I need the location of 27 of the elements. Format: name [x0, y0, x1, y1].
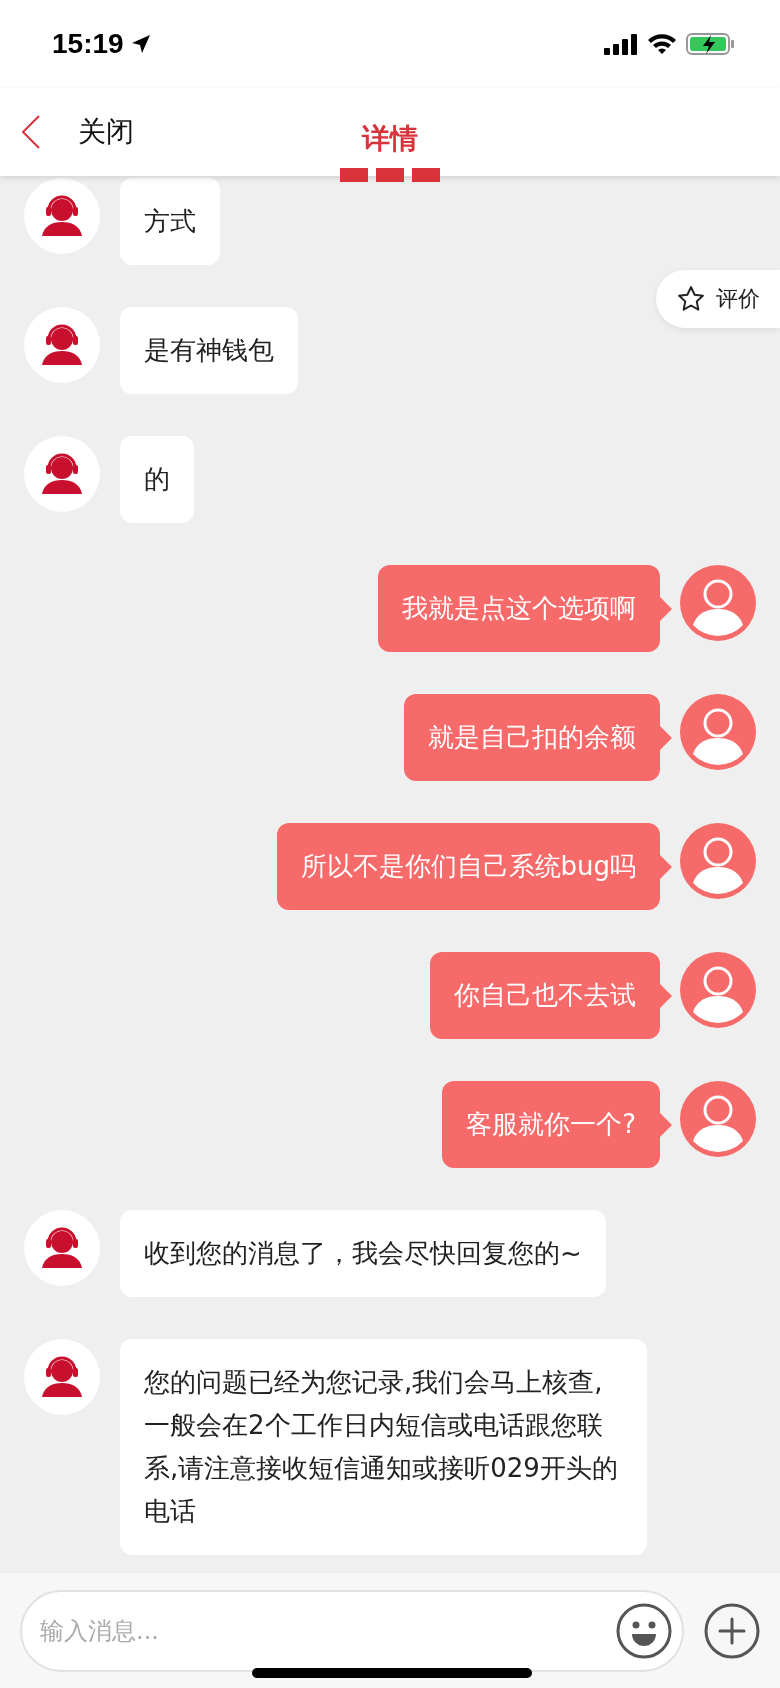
bubble-tail	[660, 984, 672, 1008]
message-bubble: 的	[120, 436, 194, 523]
bubble-tail	[660, 855, 672, 879]
plus-icon[interactable]	[704, 1602, 760, 1659]
message-input[interactable]: 输入消息...	[20, 1589, 684, 1672]
bubble-tail	[660, 597, 672, 621]
rate-button[interactable]: 评价	[656, 270, 780, 328]
status-time: 15:19	[52, 28, 124, 60]
message-bubble: 你自己也不去试	[430, 952, 660, 1039]
close-button[interactable]: 关闭	[0, 113, 134, 151]
message-bubble: 我就是点这个选项啊	[378, 565, 660, 652]
message-bubble: 所以不是你们自己系统bug吗	[276, 823, 660, 910]
message-bubble: 就是自己扣的余额	[404, 694, 660, 781]
bubble-tail	[660, 726, 672, 750]
smiley-icon[interactable]	[616, 1602, 672, 1659]
message-bubble: 是有神钱包	[120, 307, 298, 394]
message-bubble: 收到您的消息了，我会尽快回复您的~	[120, 1210, 606, 1297]
signal-icon	[604, 33, 638, 55]
message-bubble: 您的问题已经为您记录,我们会马上核查,一般会在2个工作日内短信或电话跟您联系,请注意接收短信通知或接听029开头的电话	[120, 1339, 647, 1555]
page-title: 详情	[340, 120, 440, 182]
star-icon	[676, 284, 706, 314]
message-bubble: 客服就你一个?	[442, 1081, 660, 1168]
message-bubble: 方式	[120, 178, 220, 265]
battery-charging-icon	[686, 32, 736, 56]
wifi-icon	[646, 32, 678, 56]
back-chevron-icon	[20, 114, 42, 150]
bubble-tail	[660, 1113, 672, 1137]
